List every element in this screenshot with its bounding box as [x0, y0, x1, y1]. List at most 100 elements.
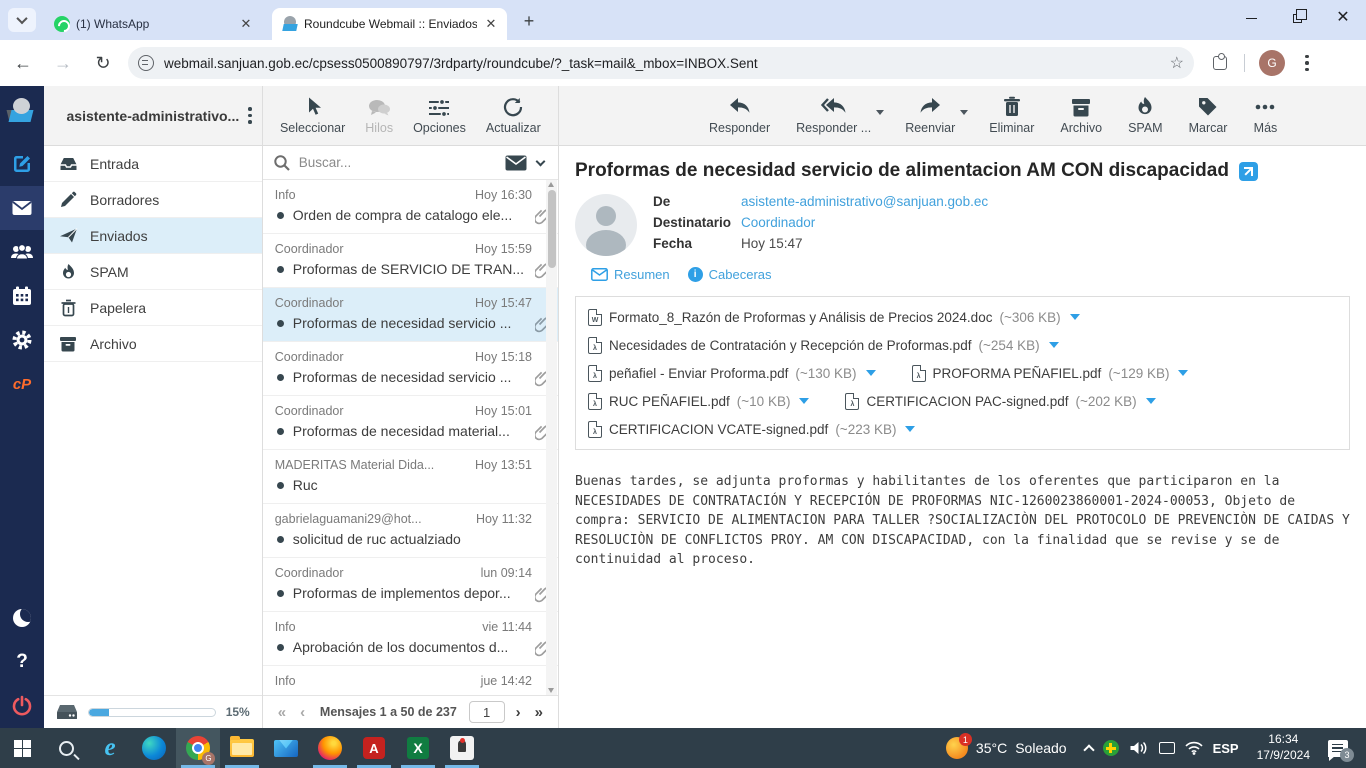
- attachment-menu-icon[interactable]: [1146, 398, 1156, 404]
- folder-borradores[interactable]: Borradores: [44, 182, 262, 218]
- taskbar-clock[interactable]: 16:34 17/9/2024: [1249, 732, 1318, 763]
- back-button[interactable]: ←: [6, 46, 40, 80]
- search-input[interactable]: [299, 155, 497, 170]
- open-in-new-window-icon[interactable]: [1239, 162, 1258, 181]
- tab-whatsapp[interactable]: (1) WhatsApp ✕: [44, 8, 262, 40]
- attachment-menu-icon[interactable]: [905, 426, 915, 432]
- bookmark-star-icon[interactable]: ☆: [1170, 53, 1184, 73]
- weather-widget[interactable]: 1 35°C Soleado: [938, 737, 1075, 759]
- contacts-icon[interactable]: [0, 230, 44, 274]
- attachment-item[interactable]: W Formato_8_Razón de Proformas y Análisi…: [588, 309, 1080, 326]
- message-row[interactable]: Infovie 11:44 Aprobación de los document…: [263, 612, 558, 666]
- tab-search-button[interactable]: [8, 8, 36, 32]
- forward-dropdown-icon[interactable]: [960, 110, 968, 115]
- speaker-icon[interactable]: [1129, 740, 1149, 756]
- to-address-link[interactable]: Coordinador: [741, 215, 815, 230]
- reload-button[interactable]: ↻: [86, 46, 120, 80]
- restore-button[interactable]: [1274, 0, 1320, 36]
- wifi-icon[interactable]: [1185, 741, 1203, 755]
- first-page-button[interactable]: «: [271, 704, 293, 721]
- headers-link[interactable]: i Cabeceras: [688, 267, 772, 282]
- folder-entrada[interactable]: Entrada: [44, 146, 262, 182]
- spam-button[interactable]: SPAM: [1128, 96, 1163, 135]
- folder-menu-button[interactable]: [248, 107, 252, 124]
- attachment-item[interactable]: λ PROFORMA PEÑAFIEL.pdf (~129 KB): [912, 365, 1189, 382]
- logout-power-icon[interactable]: [0, 684, 44, 728]
- message-row[interactable]: InfoHoy 16:30 Orden de compra de catalog…: [263, 180, 558, 234]
- delete-button[interactable]: Eliminar: [989, 96, 1034, 135]
- search-options-chevron-icon[interactable]: [536, 157, 546, 167]
- message-row[interactable]: Coordinadorlun 09:14 Proformas de implem…: [263, 558, 558, 612]
- cpanel-icon[interactable]: cP: [0, 362, 44, 406]
- folder-enviados[interactable]: Enviados: [44, 218, 262, 254]
- reply-all-button[interactable]: Responder ...: [796, 96, 871, 135]
- refresh-button[interactable]: Actualizar: [486, 96, 541, 135]
- site-info-icon[interactable]: [138, 55, 154, 71]
- attachment-menu-icon[interactable]: [1049, 342, 1059, 348]
- prev-page-button[interactable]: ‹: [293, 704, 312, 721]
- roundcube-logo-icon[interactable]: [0, 86, 44, 142]
- browser-menu-button[interactable]: [1297, 55, 1317, 72]
- list-scrollbar[interactable]: [546, 180, 557, 695]
- reply-button[interactable]: Responder: [709, 96, 770, 135]
- chrome-button[interactable]: G: [176, 728, 220, 768]
- close-window-button[interactable]: ✕: [1320, 0, 1366, 36]
- firefox-button[interactable]: [308, 728, 352, 768]
- next-page-button[interactable]: ›: [509, 704, 528, 721]
- tray-expand-icon[interactable]: [1083, 744, 1094, 755]
- new-tab-button[interactable]: +: [518, 10, 540, 32]
- tab-roundcube[interactable]: Roundcube Webmail :: Enviados ✕: [272, 8, 507, 40]
- start-button[interactable]: [0, 728, 44, 768]
- options-button[interactable]: Opciones: [413, 96, 466, 135]
- message-row[interactable]: CoordinadorHoy 15:59 Proformas de SERVIC…: [263, 234, 558, 288]
- select-button[interactable]: Seleccionar: [280, 96, 345, 135]
- message-row[interactable]: gabrielaguamani29@hot...Hoy 11:32 solici…: [263, 504, 558, 558]
- notification-center-icon[interactable]: 3: [1328, 740, 1348, 757]
- address-bar[interactable]: webmail.sanjuan.gob.ec/cpsess0500890797/…: [128, 47, 1194, 79]
- attachment-menu-icon[interactable]: [799, 398, 809, 404]
- forward-button[interactable]: →: [46, 46, 80, 80]
- calendar-icon[interactable]: [0, 274, 44, 318]
- attachment-menu-icon[interactable]: [866, 370, 876, 376]
- close-tab-icon[interactable]: ✕: [238, 16, 254, 32]
- antivirus-icon[interactable]: [1103, 740, 1119, 756]
- folder-archivo[interactable]: Archivo: [44, 326, 262, 362]
- page-number-input[interactable]: 1: [469, 701, 505, 723]
- minimize-button[interactable]: [1228, 0, 1274, 36]
- reply-dropdown-icon[interactable]: [876, 110, 884, 115]
- scroll-up-icon[interactable]: [548, 182, 554, 187]
- language-indicator[interactable]: ESP: [1213, 741, 1239, 756]
- compose-icon[interactable]: [0, 142, 44, 186]
- message-row[interactable]: CoordinadorHoy 15:18 Proformas de necesi…: [263, 342, 558, 396]
- edge-button[interactable]: [132, 728, 176, 768]
- folder-spam[interactable]: SPAM: [44, 254, 262, 290]
- message-row[interactable]: MADERITAS Material Dida...Hoy 13:51 Ruc: [263, 450, 558, 504]
- extensions-icon[interactable]: [1210, 53, 1230, 73]
- settings-gear-icon[interactable]: [0, 318, 44, 362]
- close-tab-icon[interactable]: ✕: [483, 16, 499, 32]
- attachment-item[interactable]: λ CERTIFICACION VCATE-signed.pdf (~223 K…: [588, 421, 915, 438]
- mark-button[interactable]: Marcar: [1189, 96, 1228, 135]
- excel-button[interactable]: X: [396, 728, 440, 768]
- message-row[interactable]: CoordinadorHoy 15:01 Proformas de necesi…: [263, 396, 558, 450]
- attachment-item[interactable]: λ RUC PEÑAFIEL.pdf (~10 KB): [588, 393, 809, 410]
- archive-button[interactable]: Archivo: [1060, 96, 1102, 135]
- taskbar-search-button[interactable]: [44, 728, 88, 768]
- url-text[interactable]: webmail.sanjuan.gob.ec/cpsess0500890797/…: [164, 56, 1162, 71]
- dark-mode-moon-icon[interactable]: [0, 596, 44, 640]
- summary-link[interactable]: Resumen: [591, 267, 670, 282]
- file-explorer-button[interactable]: [220, 728, 264, 768]
- attachment-item[interactable]: λ Necesidades de Contratación y Recepció…: [588, 337, 1059, 354]
- java-app-button[interactable]: [440, 728, 484, 768]
- threads-button[interactable]: Hilos: [365, 96, 393, 135]
- scroll-down-icon[interactable]: [548, 688, 554, 693]
- from-address-link[interactable]: asistente-administrativo@sanjuan.gob.ec: [741, 194, 988, 209]
- attachment-menu-icon[interactable]: [1070, 314, 1080, 320]
- scrollbar-thumb[interactable]: [548, 190, 556, 268]
- mail-app-button[interactable]: [264, 728, 308, 768]
- attachment-item[interactable]: λ CERTIFICACION PAC-signed.pdf (~202 KB): [845, 393, 1155, 410]
- internet-explorer-button[interactable]: e: [88, 728, 132, 768]
- display-cast-icon[interactable]: [1159, 742, 1175, 754]
- search-scope-mail-icon[interactable]: [505, 155, 527, 171]
- mail-icon[interactable]: [0, 186, 44, 230]
